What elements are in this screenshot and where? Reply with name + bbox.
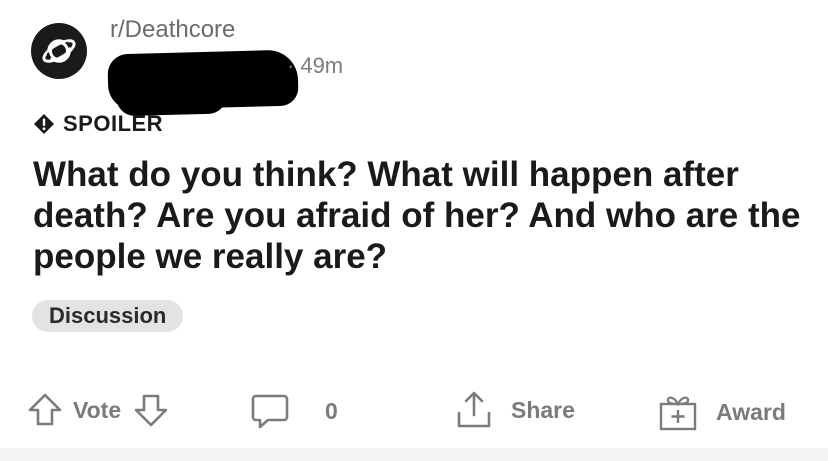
comment-bubble-icon [251,394,289,429]
award-label: Award [716,398,786,425]
post-title[interactable]: What do you think? What will happen afte… [33,154,813,277]
share-button[interactable]: Share [455,390,575,430]
redacted-username [107,49,299,111]
share-label: Share [511,396,575,423]
subreddit-name[interactable]: r/Deathcore [110,16,235,44]
arrow-down-icon[interactable] [133,392,169,428]
comments-button[interactable]: 0 [250,392,338,430]
vote-control: Vote [27,392,169,428]
post-flair[interactable]: Discussion [32,300,184,332]
share-icon [457,391,491,428]
post-age-value: 49m [300,53,344,78]
comment-count: 0 [325,397,338,424]
vote-label: Vote [73,396,122,423]
spoiler-label: SPOILER [63,111,164,136]
bottom-divider [0,448,828,461]
post-age: · 49m [287,53,344,78]
arrow-up-icon[interactable] [27,392,63,428]
subreddit-avatar[interactable] [31,23,87,79]
spoiler-tag: SPOILER [33,111,163,137]
planet-icon [42,39,76,63]
award-button[interactable]: Award [658,392,786,432]
exclamation-diamond-icon [34,114,54,134]
gift-icon [659,396,697,431]
action-bar: Vote 0 Share Award [0,388,828,436]
